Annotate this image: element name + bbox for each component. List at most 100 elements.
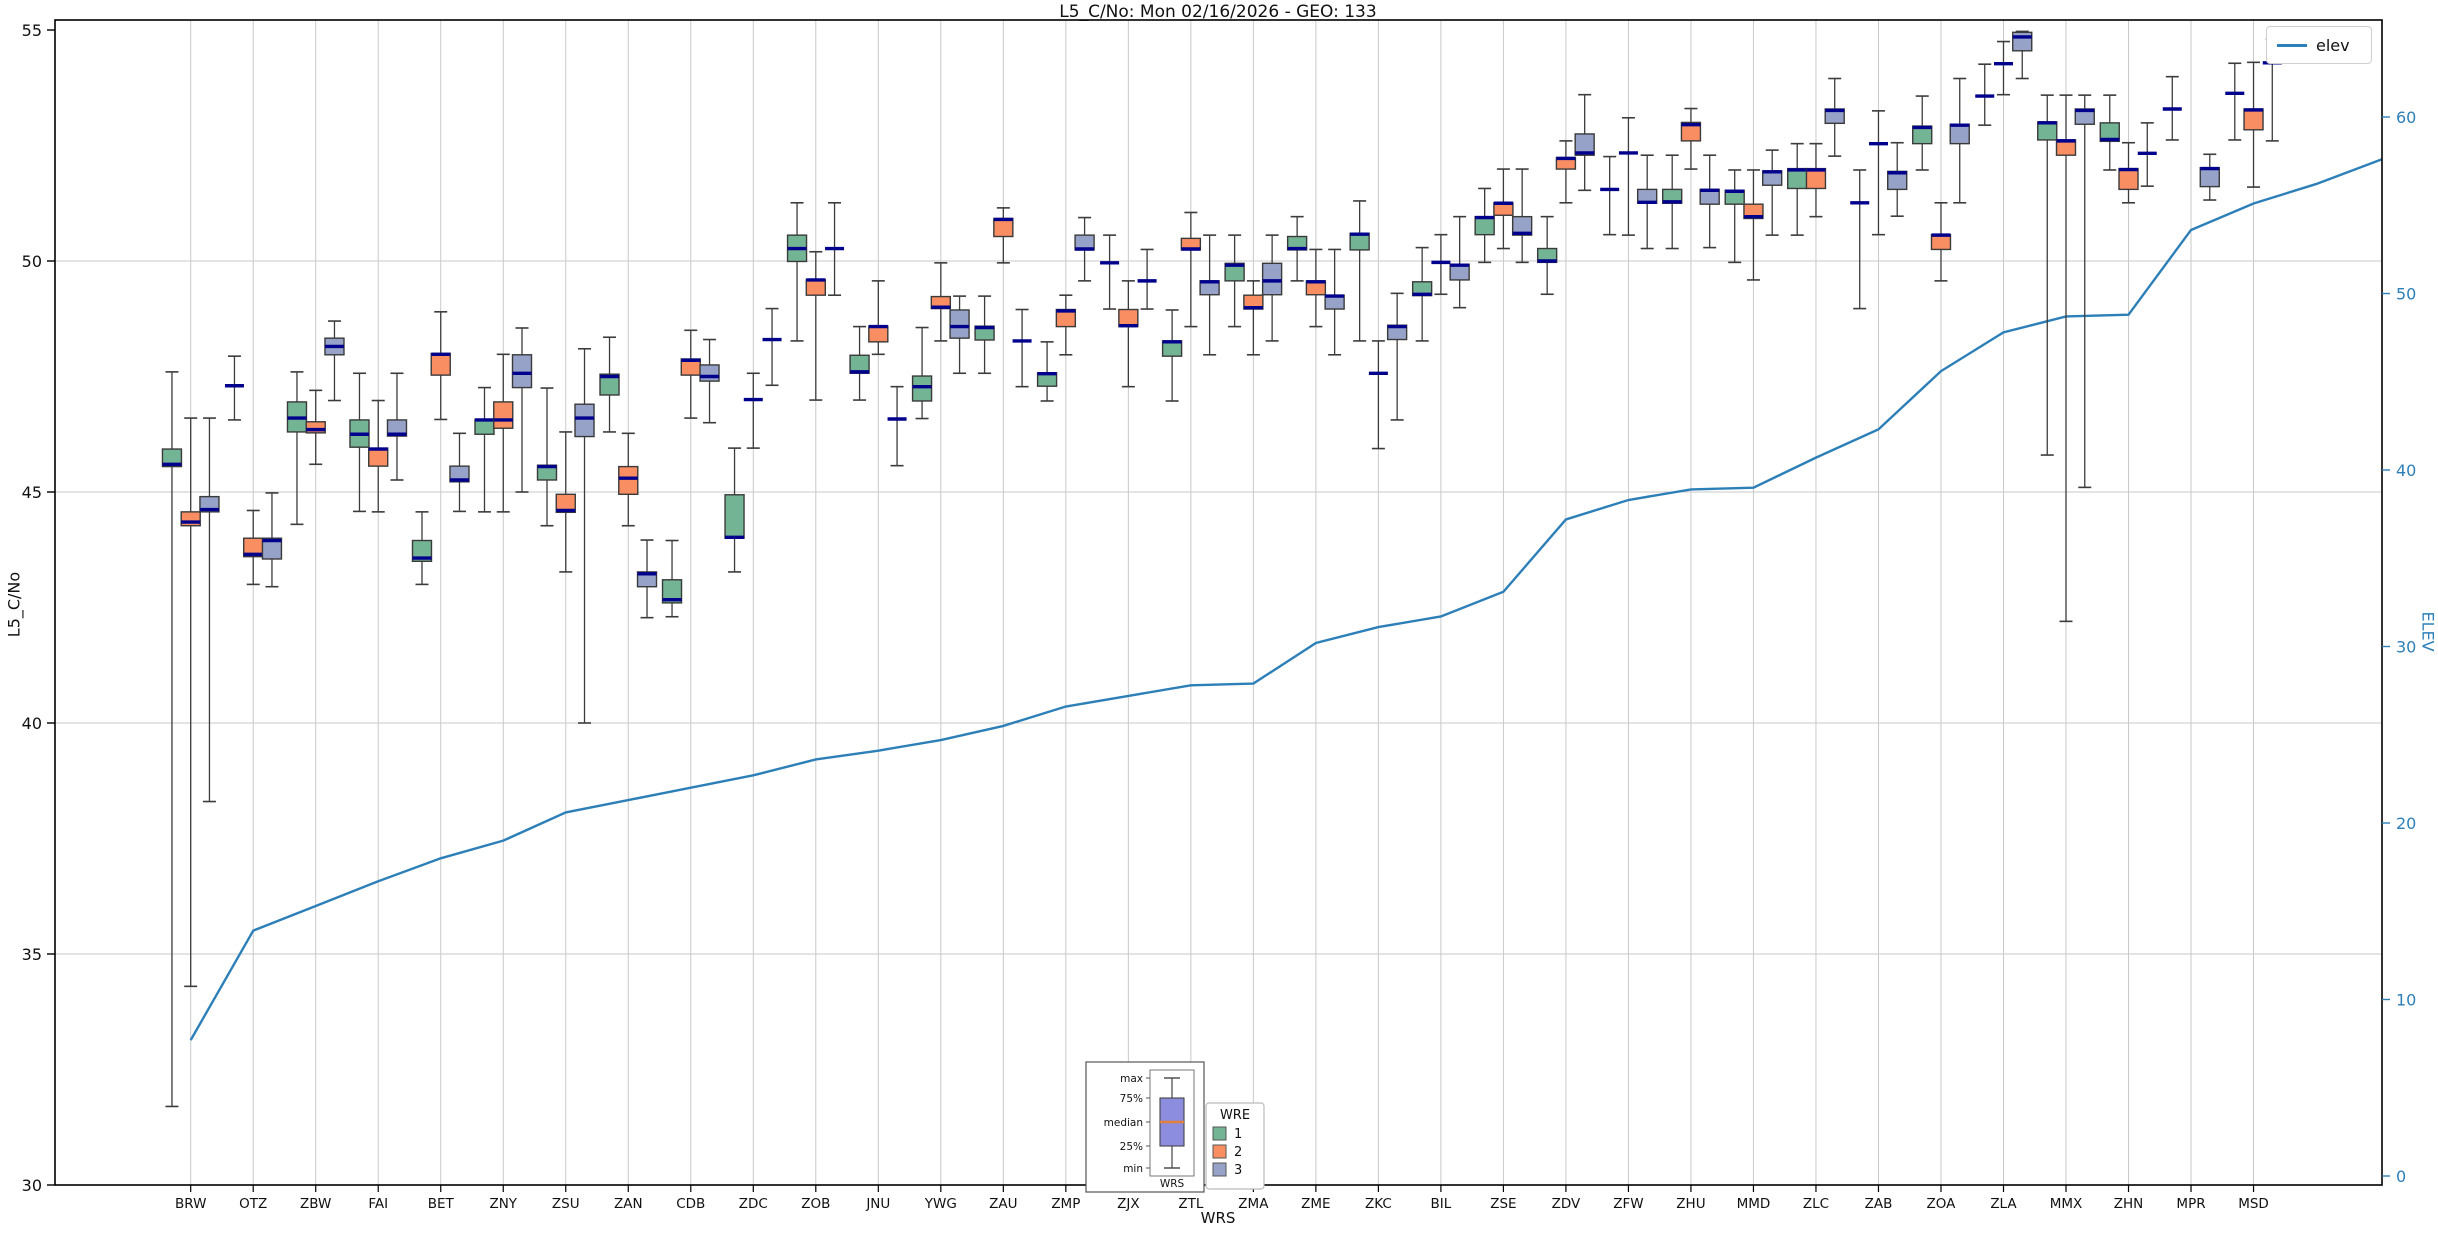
box-ZOA-wre1	[1913, 96, 1932, 170]
box-ZBW-wre3	[325, 321, 344, 400]
svg-text:ZKC: ZKC	[1365, 1196, 1392, 1212]
box-ZMA-wre2	[1244, 281, 1263, 355]
box-ZAN-wre1	[600, 337, 619, 432]
box-CDB-wre3	[700, 340, 719, 423]
box-ZAU-wre1	[975, 296, 994, 373]
box-BET-wre1	[412, 512, 431, 585]
box-ZBW-wre2	[306, 390, 325, 464]
svg-text:ZNY: ZNY	[489, 1196, 517, 1212]
box-ZTL-wre1	[1163, 310, 1182, 401]
box-ZME-wre1	[1288, 217, 1307, 281]
box-ZOA-wre2	[1931, 203, 1950, 281]
box-BRW-wre1	[162, 372, 181, 1107]
box-ZSE-wre2	[1494, 169, 1513, 248]
box-ZAN-wre2	[619, 433, 638, 525]
svg-text:ZBW: ZBW	[300, 1196, 331, 1212]
box-ZMA-wre1	[1225, 235, 1244, 326]
svg-text:ZHU: ZHU	[1676, 1196, 1705, 1212]
inset-label-median: median	[1104, 1117, 1143, 1129]
svg-text:ZFW: ZFW	[1613, 1196, 1643, 1212]
svg-text:BET: BET	[428, 1196, 455, 1212]
svg-text:YWG: YWG	[924, 1196, 957, 1212]
box-ZTL-wre2	[1181, 212, 1200, 326]
box-ZAB-wre3	[1888, 143, 1907, 216]
box-JNU-wre3	[888, 387, 907, 466]
svg-text:0: 0	[2396, 1167, 2406, 1186]
box-FAI-wre2	[369, 401, 388, 512]
box-ZHN-wre1	[2100, 95, 2119, 170]
box-ZAB-wre2	[1869, 111, 1888, 235]
svg-text:JNU: JNU	[865, 1196, 890, 1212]
box-MPR-wre3	[2200, 154, 2219, 200]
elev-line-sample	[2277, 44, 2307, 47]
svg-text:30: 30	[2396, 638, 2416, 657]
inset-label-75%: 75%	[1120, 1093, 1143, 1105]
box-ZLC-wre2	[1806, 144, 1825, 217]
svg-text:BIL: BIL	[1431, 1196, 1452, 1212]
wre-entry-label-2: 2	[1234, 1145, 1242, 1160]
box-ZNY-wre3	[513, 328, 532, 492]
svg-text:60: 60	[2396, 108, 2416, 127]
svg-text:10: 10	[2396, 991, 2416, 1010]
box-ZDC-wre2	[744, 373, 763, 448]
box-ZAU-wre2	[994, 208, 1013, 263]
svg-text:45: 45	[22, 483, 42, 502]
box-MMD-wre1	[1725, 170, 1744, 262]
box-MMX-wre2	[2057, 95, 2076, 621]
svg-text:CDB: CDB	[676, 1196, 705, 1212]
y-axis-label: L5_C/No	[5, 545, 24, 665]
axes-frame	[55, 20, 2382, 1185]
box-BET-wre2	[431, 312, 450, 420]
box-ZBW-wre1	[287, 372, 306, 524]
box-ZDV-wre2	[1556, 141, 1575, 203]
box-ZDC-wre1	[725, 448, 744, 572]
box-ZOB-wre3	[825, 203, 844, 295]
boxplot-chart-canvas: 3035404550550102030405060BRWOTZZBWFAIBET…	[0, 0, 2438, 1240]
wre-swatch-2	[1213, 1145, 1226, 1158]
box-ZSU-wre1	[538, 388, 557, 526]
box-ZMP-wre2	[1056, 295, 1075, 355]
box-ZLA-wre2	[1994, 42, 2013, 95]
svg-text:ZAB: ZAB	[1865, 1196, 1893, 1212]
box-YWG-wre1	[913, 328, 932, 419]
svg-text:ZAN: ZAN	[614, 1196, 643, 1212]
wre-legend: WRE123	[1206, 1103, 1264, 1189]
elev-legend: elev	[2266, 26, 2372, 64]
svg-text:ZME: ZME	[1301, 1196, 1330, 1212]
y2-axis-ticks: 0102030405060	[2382, 108, 2416, 1186]
box-ZMA-wre3	[1263, 235, 1282, 341]
box-ZOB-wre2	[806, 252, 825, 400]
box-ZMP-wre1	[1038, 342, 1057, 401]
svg-text:ZMP: ZMP	[1051, 1196, 1080, 1212]
svg-text:OTZ: OTZ	[239, 1196, 267, 1212]
inset-label-min: min	[1123, 1163, 1143, 1175]
x-axis-label: WRS	[1178, 1209, 1258, 1227]
y2-axis-label: ELEV	[2419, 576, 2438, 688]
svg-text:MPR: MPR	[2176, 1196, 2205, 1212]
box-MMD-wre2	[1744, 170, 1763, 280]
box-ZHN-wre3	[2138, 123, 2157, 186]
y-axis-ticks: 303540455055	[22, 21, 55, 1195]
box-ZFW-wre1	[1600, 157, 1619, 235]
box-ZSU-wre3	[575, 349, 594, 723]
wre-series-1	[162, 63, 2244, 1106]
wre-swatch-1	[1213, 1127, 1226, 1140]
boxplot-key-inset: max75%median25%minWRS	[1086, 1062, 1204, 1192]
figure: 3035404550550102030405060BRWOTZZBWFAIBET…	[0, 0, 2438, 1240]
box-ZNY-wre2	[494, 354, 513, 512]
svg-text:ZOA: ZOA	[1927, 1196, 1957, 1212]
svg-text:MSD: MSD	[2238, 1196, 2269, 1212]
elev-legend-label: elev	[2316, 36, 2350, 55]
svg-text:FAI: FAI	[368, 1196, 388, 1212]
box-ZJX-wre3	[1138, 249, 1157, 309]
svg-text:MMD: MMD	[1737, 1196, 1771, 1212]
box-BRW-wre3	[200, 418, 219, 801]
box-MMX-wre3	[2075, 95, 2094, 487]
svg-text:ZDC: ZDC	[739, 1196, 768, 1212]
box-ZHU-wre1	[1663, 155, 1682, 248]
box-ZDC-wre3	[763, 309, 782, 386]
svg-text:30: 30	[22, 1176, 42, 1195]
box-BET-wre3	[450, 433, 469, 511]
inset-label-25%: 25%	[1120, 1141, 1143, 1153]
box-ZFW-wre3	[1638, 155, 1657, 248]
